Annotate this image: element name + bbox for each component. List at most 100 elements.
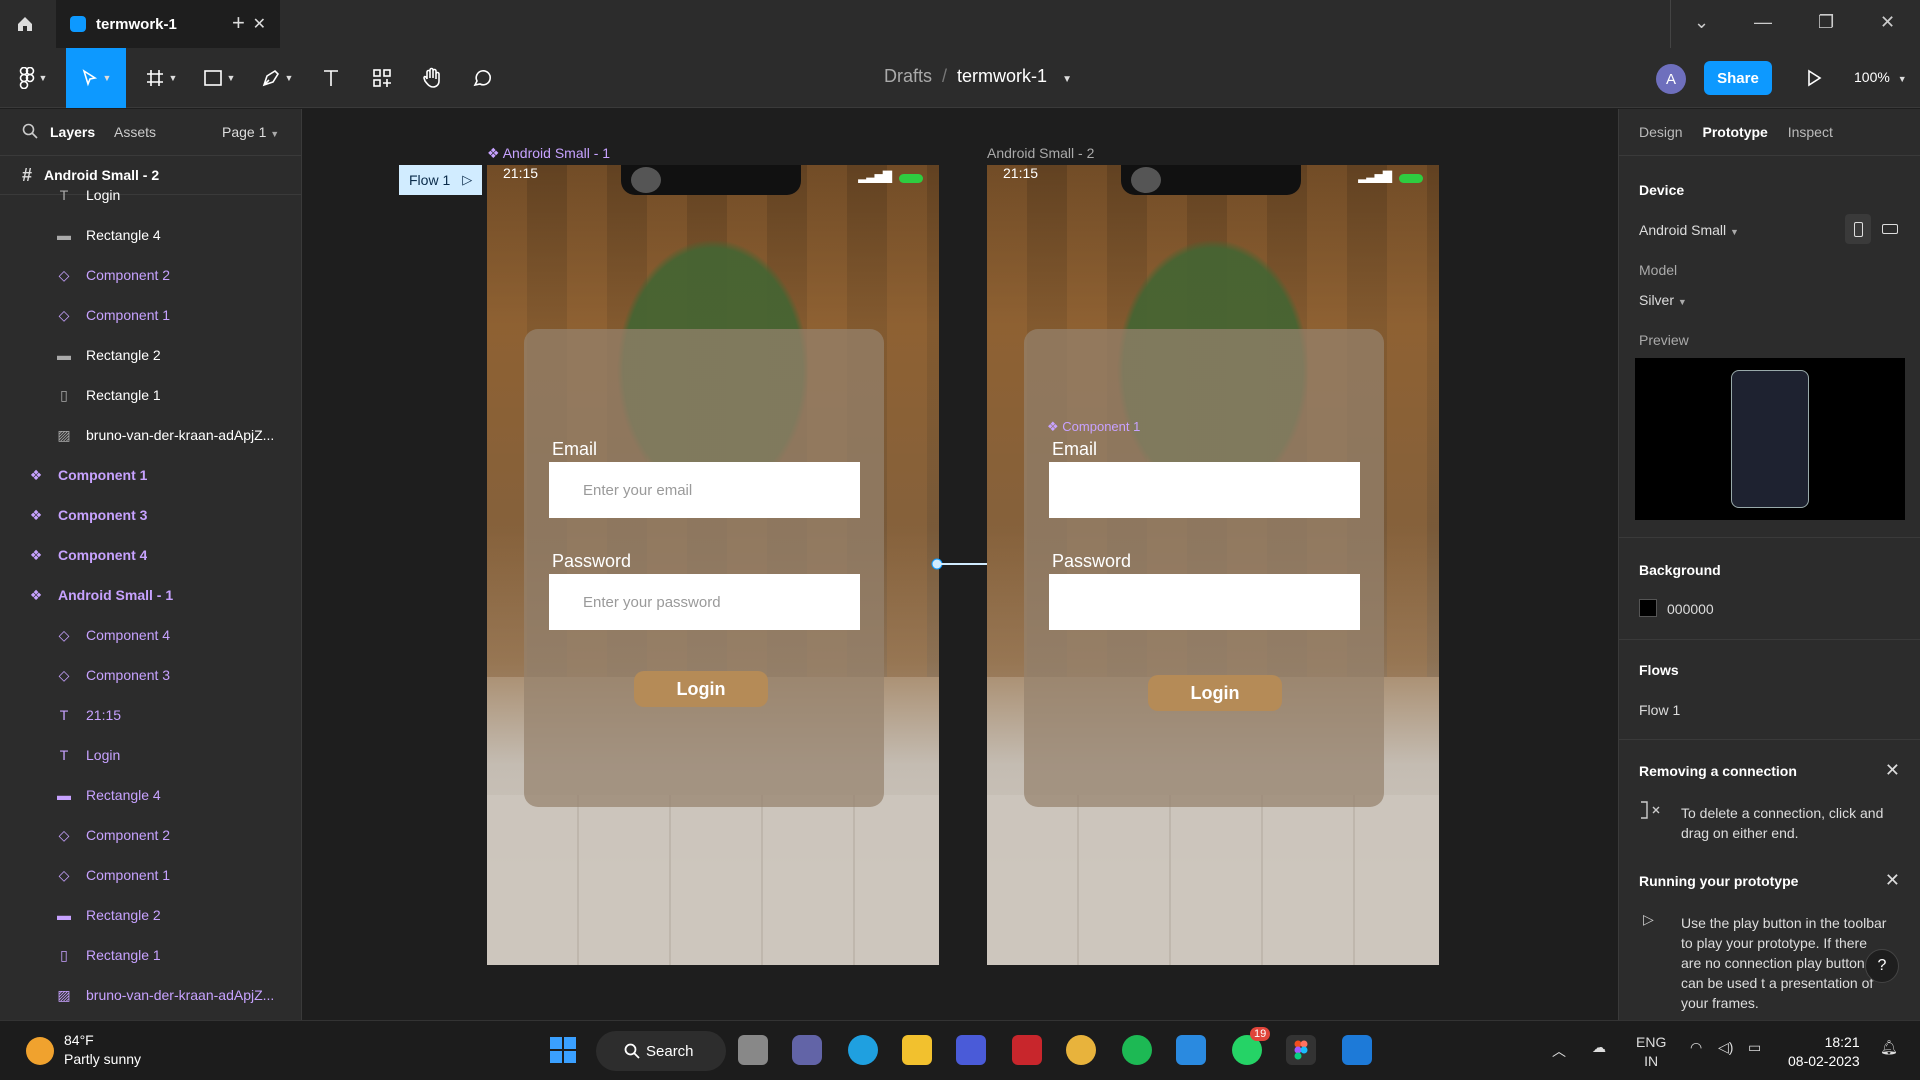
- layer-row[interactable]: ❖ Component 4: [0, 535, 301, 575]
- background-hex[interactable]: 000000: [1667, 601, 1714, 617]
- dropdown-icon[interactable]: ⌄: [1694, 12, 1709, 33]
- shape-tool-button[interactable]: ▼: [196, 48, 242, 108]
- hand-tool-button[interactable]: [414, 48, 450, 108]
- layer-row[interactable]: ◇ Component 4: [0, 615, 301, 655]
- file-tab[interactable]: termwork-1 ✕: [56, 0, 280, 48]
- figma-taskbar-icon[interactable]: [1286, 1035, 1316, 1065]
- background-swatch[interactable]: [1639, 599, 1657, 617]
- volume-icon[interactable]: ◁): [1718, 1039, 1733, 1056]
- notification-bell-icon[interactable]: 🔔︎: [1880, 1039, 1898, 1056]
- layer-row[interactable]: ▨ bruno-van-der-kraan-adApjZ...: [0, 415, 301, 455]
- frame-android-small-1[interactable]: 21:15 ▂▃▅▇ Email Enter your email Passwo…: [487, 165, 939, 965]
- portrait-orientation-button[interactable]: [1845, 214, 1871, 244]
- pen-tool-button[interactable]: ▼: [254, 48, 300, 108]
- breadcrumb-drafts[interactable]: Drafts: [884, 66, 932, 86]
- whatsapp-icon[interactable]: 19: [1232, 1027, 1271, 1065]
- file-name[interactable]: termwork-1: [957, 66, 1047, 86]
- chrome-icon[interactable]: [1066, 1035, 1096, 1065]
- layer-row[interactable]: ◇ Component 2: [0, 255, 301, 295]
- comment-tool-button[interactable]: [464, 48, 500, 108]
- search-icon[interactable]: [22, 123, 38, 139]
- password-field[interactable]: [1049, 574, 1360, 630]
- weather-widget[interactable]: 84°F Partly sunny: [26, 1031, 141, 1069]
- clock[interactable]: 18:21 08-02-2023: [1788, 1033, 1860, 1071]
- login-button[interactable]: Login: [1148, 675, 1282, 711]
- onedrive-icon[interactable]: ☁: [1592, 1039, 1606, 1056]
- edge-icon[interactable]: [848, 1035, 878, 1065]
- layer-row[interactable]: ◇ Component 3: [0, 655, 301, 695]
- model-select[interactable]: Silver ▼: [1639, 292, 1687, 308]
- layer-row[interactable]: ▨ bruno-van-der-kraan-adApjZ...: [0, 975, 301, 1015]
- close-icon[interactable]: ✕: [1885, 870, 1900, 891]
- flow-starting-point[interactable]: Flow 1 ▷: [399, 165, 483, 195]
- avatar[interactable]: A: [1656, 64, 1686, 94]
- page-selector[interactable]: Page 1 ▼: [222, 124, 279, 140]
- device-select[interactable]: Android Small ▼: [1639, 222, 1739, 238]
- layer-row[interactable]: ❖ Component 1: [0, 455, 301, 495]
- zoom-control[interactable]: 100% ▼: [1854, 69, 1907, 85]
- frame-label-2[interactable]: Android Small - 2: [987, 145, 1094, 161]
- tab-design[interactable]: Design: [1639, 124, 1683, 140]
- language-indicator[interactable]: ENG IN: [1636, 1033, 1666, 1071]
- email-field[interactable]: Enter your email: [549, 462, 860, 518]
- wifi-icon[interactable]: ◠: [1690, 1039, 1702, 1056]
- layer-row[interactable]: ▯ Rectangle 1: [0, 935, 301, 975]
- text-tool-button[interactable]: [314, 48, 348, 108]
- close-window-button[interactable]: ✕: [1880, 12, 1895, 33]
- layer-row[interactable]: ▯ Rectangle 1: [0, 375, 301, 415]
- play-icon[interactable]: ▷: [462, 172, 472, 188]
- password-field[interactable]: Enter your password: [549, 574, 860, 630]
- taskbar-search[interactable]: Search: [596, 1031, 726, 1071]
- main-menu-button[interactable]: ▼: [10, 48, 56, 108]
- close-icon[interactable]: ✕: [1885, 760, 1900, 781]
- file-explorer-icon[interactable]: [902, 1035, 932, 1065]
- layer-row[interactable]: ▬ Rectangle 4: [0, 215, 301, 255]
- layer-row[interactable]: ❖ Android Small - 1: [0, 575, 301, 615]
- canvas[interactable]: Flow 1 ▷ ❖ Android Small - 1 21:15 ▂▃▅▇ …: [303, 109, 1617, 1020]
- teams-icon[interactable]: [792, 1035, 822, 1065]
- close-tab-icon[interactable]: ✕: [253, 14, 266, 34]
- mcafee-icon[interactable]: [1012, 1035, 1042, 1065]
- restore-button[interactable]: ❐: [1818, 12, 1834, 33]
- photos-icon[interactable]: [1342, 1035, 1372, 1065]
- share-button[interactable]: Share: [1704, 61, 1772, 95]
- flows-heading: Flows: [1639, 662, 1679, 678]
- layer-row[interactable]: T Login: [0, 735, 301, 775]
- layer-row[interactable]: ◇ Component 1: [0, 295, 301, 335]
- resources-button[interactable]: [364, 48, 400, 108]
- spotify-icon[interactable]: [1122, 1035, 1152, 1065]
- flow-item[interactable]: Flow 1: [1639, 702, 1680, 718]
- tab-assets[interactable]: Assets: [114, 124, 156, 140]
- tab-layers[interactable]: Layers: [50, 124, 95, 140]
- task-view-icon[interactable]: [738, 1035, 768, 1065]
- present-button[interactable]: [1796, 48, 1832, 108]
- layer-row[interactable]: ◇ Component 2: [0, 815, 301, 855]
- app-icon[interactable]: [956, 1035, 986, 1065]
- battery-tray-icon[interactable]: ▭: [1748, 1039, 1761, 1056]
- tab-prototype[interactable]: Prototype: [1702, 124, 1767, 140]
- frame-android-small-2[interactable]: 21:15 ▂▃▅▇ ❖ Component 1 Email Password …: [987, 165, 1439, 965]
- play-icon: [1808, 69, 1822, 87]
- email-field[interactable]: [1049, 462, 1360, 518]
- home-icon[interactable]: [0, 0, 50, 48]
- layer-row[interactable]: ▬ Rectangle 4: [0, 775, 301, 815]
- layer-row[interactable]: ❖ Component 3: [0, 495, 301, 535]
- layer-row[interactable]: T Login: [0, 175, 301, 215]
- login-button[interactable]: Login: [634, 671, 768, 707]
- tab-inspect[interactable]: Inspect: [1788, 124, 1833, 140]
- move-tool-button[interactable]: ▼: [66, 48, 126, 108]
- help-button[interactable]: ?: [1865, 949, 1899, 983]
- layer-row[interactable]: T 21:15: [0, 695, 301, 735]
- layer-row[interactable]: ▬ Rectangle 2: [0, 895, 301, 935]
- chevron-down-icon[interactable]: ▼: [1062, 74, 1072, 85]
- landscape-orientation-button[interactable]: [1877, 214, 1903, 244]
- layer-row[interactable]: ▬ Rectangle 2: [0, 335, 301, 375]
- frame-label-1[interactable]: ❖ Android Small - 1: [487, 145, 610, 162]
- new-tab-button[interactable]: +: [232, 10, 245, 36]
- vscode-icon[interactable]: [1176, 1035, 1206, 1065]
- layer-row[interactable]: ◇ Component 1: [0, 855, 301, 895]
- tray-chevron-up-icon[interactable]: ︿: [1552, 1041, 1566, 1061]
- minimize-button[interactable]: —: [1754, 12, 1772, 33]
- frame-tool-button[interactable]: ▼: [138, 48, 184, 108]
- windows-start-icon[interactable]: [548, 1035, 578, 1065]
